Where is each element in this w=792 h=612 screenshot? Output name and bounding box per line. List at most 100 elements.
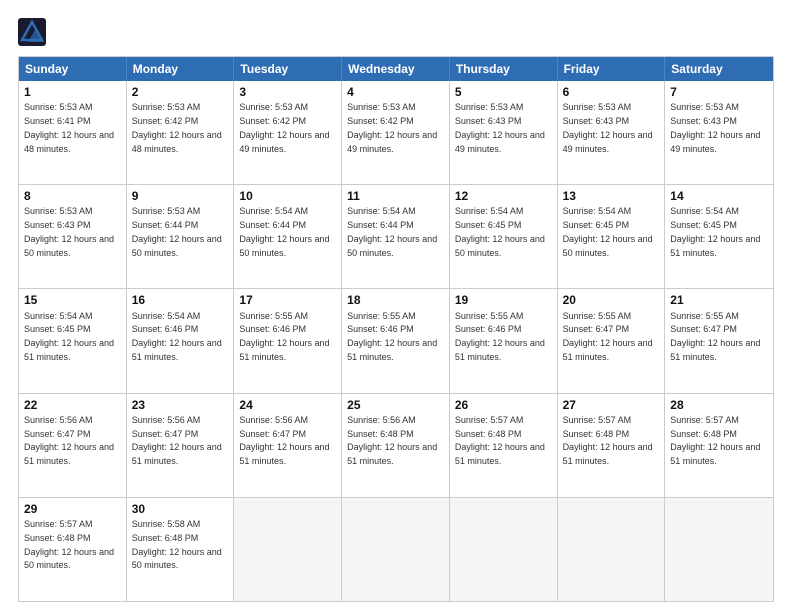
calendar-header-day: Monday <box>127 57 235 81</box>
day-number: 21 <box>670 292 768 308</box>
day-number: 5 <box>455 84 552 100</box>
day-number: 14 <box>670 188 768 204</box>
calendar-cell: 16 Sunrise: 5:54 AMSunset: 6:46 PMDaylig… <box>127 289 235 392</box>
sun-info: Sunrise: 5:56 AMSunset: 6:47 PMDaylight:… <box>24 415 114 466</box>
sun-info: Sunrise: 5:53 AMSunset: 6:43 PMDaylight:… <box>455 102 545 153</box>
sun-info: Sunrise: 5:56 AMSunset: 6:48 PMDaylight:… <box>347 415 437 466</box>
day-number: 8 <box>24 188 121 204</box>
sun-info: Sunrise: 5:53 AMSunset: 6:42 PMDaylight:… <box>239 102 329 153</box>
day-number: 6 <box>563 84 660 100</box>
calendar-cell: 7 Sunrise: 5:53 AMSunset: 6:43 PMDayligh… <box>665 81 773 184</box>
calendar-header-day: Friday <box>558 57 666 81</box>
sun-info: Sunrise: 5:53 AMSunset: 6:43 PMDaylight:… <box>563 102 653 153</box>
header <box>18 18 774 46</box>
day-number: 24 <box>239 397 336 413</box>
calendar-row: 29 Sunrise: 5:57 AMSunset: 6:48 PMDaylig… <box>19 497 773 601</box>
sun-info: Sunrise: 5:55 AMSunset: 6:46 PMDaylight:… <box>455 311 545 362</box>
sun-info: Sunrise: 5:54 AMSunset: 6:44 PMDaylight:… <box>347 206 437 257</box>
sun-info: Sunrise: 5:53 AMSunset: 6:43 PMDaylight:… <box>670 102 760 153</box>
calendar-cell: 18 Sunrise: 5:55 AMSunset: 6:46 PMDaylig… <box>342 289 450 392</box>
day-number: 7 <box>670 84 768 100</box>
calendar-cell: 17 Sunrise: 5:55 AMSunset: 6:46 PMDaylig… <box>234 289 342 392</box>
sun-info: Sunrise: 5:53 AMSunset: 6:43 PMDaylight:… <box>24 206 114 257</box>
calendar-header-day: Sunday <box>19 57 127 81</box>
day-number: 29 <box>24 501 121 517</box>
page: SundayMondayTuesdayWednesdayThursdayFrid… <box>0 0 792 612</box>
calendar-cell: 2 Sunrise: 5:53 AMSunset: 6:42 PMDayligh… <box>127 81 235 184</box>
calendar-cell: 21 Sunrise: 5:55 AMSunset: 6:47 PMDaylig… <box>665 289 773 392</box>
day-number: 28 <box>670 397 768 413</box>
day-number: 11 <box>347 188 444 204</box>
day-number: 15 <box>24 292 121 308</box>
calendar-cell: 23 Sunrise: 5:56 AMSunset: 6:47 PMDaylig… <box>127 394 235 497</box>
calendar-cell: 24 Sunrise: 5:56 AMSunset: 6:47 PMDaylig… <box>234 394 342 497</box>
sun-info: Sunrise: 5:53 AMSunset: 6:41 PMDaylight:… <box>24 102 114 153</box>
calendar-row: 8 Sunrise: 5:53 AMSunset: 6:43 PMDayligh… <box>19 184 773 288</box>
day-number: 16 <box>132 292 229 308</box>
calendar-cell: 10 Sunrise: 5:54 AMSunset: 6:44 PMDaylig… <box>234 185 342 288</box>
day-number: 26 <box>455 397 552 413</box>
day-number: 3 <box>239 84 336 100</box>
calendar-cell <box>450 498 558 601</box>
calendar-cell: 6 Sunrise: 5:53 AMSunset: 6:43 PMDayligh… <box>558 81 666 184</box>
day-number: 18 <box>347 292 444 308</box>
calendar-cell: 29 Sunrise: 5:57 AMSunset: 6:48 PMDaylig… <box>19 498 127 601</box>
sun-info: Sunrise: 5:53 AMSunset: 6:42 PMDaylight:… <box>132 102 222 153</box>
day-number: 12 <box>455 188 552 204</box>
sun-info: Sunrise: 5:56 AMSunset: 6:47 PMDaylight:… <box>239 415 329 466</box>
sun-info: Sunrise: 5:54 AMSunset: 6:45 PMDaylight:… <box>455 206 545 257</box>
calendar-header: SundayMondayTuesdayWednesdayThursdayFrid… <box>19 57 773 81</box>
calendar-body: 1 Sunrise: 5:53 AMSunset: 6:41 PMDayligh… <box>19 81 773 601</box>
calendar-cell: 4 Sunrise: 5:53 AMSunset: 6:42 PMDayligh… <box>342 81 450 184</box>
day-number: 1 <box>24 84 121 100</box>
calendar-cell: 13 Sunrise: 5:54 AMSunset: 6:45 PMDaylig… <box>558 185 666 288</box>
calendar-cell: 15 Sunrise: 5:54 AMSunset: 6:45 PMDaylig… <box>19 289 127 392</box>
sun-info: Sunrise: 5:56 AMSunset: 6:47 PMDaylight:… <box>132 415 222 466</box>
calendar-cell: 27 Sunrise: 5:57 AMSunset: 6:48 PMDaylig… <box>558 394 666 497</box>
calendar-cell: 12 Sunrise: 5:54 AMSunset: 6:45 PMDaylig… <box>450 185 558 288</box>
calendar-cell: 26 Sunrise: 5:57 AMSunset: 6:48 PMDaylig… <box>450 394 558 497</box>
calendar-cell: 14 Sunrise: 5:54 AMSunset: 6:45 PMDaylig… <box>665 185 773 288</box>
calendar-row: 15 Sunrise: 5:54 AMSunset: 6:45 PMDaylig… <box>19 288 773 392</box>
day-number: 25 <box>347 397 444 413</box>
calendar-cell: 30 Sunrise: 5:58 AMSunset: 6:48 PMDaylig… <box>127 498 235 601</box>
day-number: 23 <box>132 397 229 413</box>
calendar-cell: 3 Sunrise: 5:53 AMSunset: 6:42 PMDayligh… <box>234 81 342 184</box>
sun-info: Sunrise: 5:57 AMSunset: 6:48 PMDaylight:… <box>670 415 760 466</box>
sun-info: Sunrise: 5:55 AMSunset: 6:46 PMDaylight:… <box>239 311 329 362</box>
day-number: 9 <box>132 188 229 204</box>
day-number: 19 <box>455 292 552 308</box>
calendar-cell: 1 Sunrise: 5:53 AMSunset: 6:41 PMDayligh… <box>19 81 127 184</box>
sun-info: Sunrise: 5:54 AMSunset: 6:45 PMDaylight:… <box>563 206 653 257</box>
day-number: 10 <box>239 188 336 204</box>
calendar-row: 22 Sunrise: 5:56 AMSunset: 6:47 PMDaylig… <box>19 393 773 497</box>
sun-info: Sunrise: 5:54 AMSunset: 6:45 PMDaylight:… <box>670 206 760 257</box>
logo-icon <box>18 18 46 46</box>
calendar-cell <box>558 498 666 601</box>
logo <box>18 18 50 46</box>
calendar-cell: 11 Sunrise: 5:54 AMSunset: 6:44 PMDaylig… <box>342 185 450 288</box>
sun-info: Sunrise: 5:55 AMSunset: 6:47 PMDaylight:… <box>670 311 760 362</box>
day-number: 13 <box>563 188 660 204</box>
sun-info: Sunrise: 5:57 AMSunset: 6:48 PMDaylight:… <box>563 415 653 466</box>
calendar-cell: 8 Sunrise: 5:53 AMSunset: 6:43 PMDayligh… <box>19 185 127 288</box>
calendar-cell: 9 Sunrise: 5:53 AMSunset: 6:44 PMDayligh… <box>127 185 235 288</box>
sun-info: Sunrise: 5:55 AMSunset: 6:47 PMDaylight:… <box>563 311 653 362</box>
sun-info: Sunrise: 5:54 AMSunset: 6:46 PMDaylight:… <box>132 311 222 362</box>
sun-info: Sunrise: 5:57 AMSunset: 6:48 PMDaylight:… <box>455 415 545 466</box>
calendar-cell: 25 Sunrise: 5:56 AMSunset: 6:48 PMDaylig… <box>342 394 450 497</box>
calendar-cell <box>234 498 342 601</box>
day-number: 17 <box>239 292 336 308</box>
sun-info: Sunrise: 5:57 AMSunset: 6:48 PMDaylight:… <box>24 519 114 570</box>
day-number: 27 <box>563 397 660 413</box>
day-number: 4 <box>347 84 444 100</box>
calendar-cell: 5 Sunrise: 5:53 AMSunset: 6:43 PMDayligh… <box>450 81 558 184</box>
calendar-cell <box>342 498 450 601</box>
calendar-row: 1 Sunrise: 5:53 AMSunset: 6:41 PMDayligh… <box>19 81 773 184</box>
calendar-header-day: Thursday <box>450 57 558 81</box>
calendar-header-day: Tuesday <box>234 57 342 81</box>
calendar-header-day: Wednesday <box>342 57 450 81</box>
calendar-header-day: Saturday <box>665 57 773 81</box>
sun-info: Sunrise: 5:53 AMSunset: 6:44 PMDaylight:… <box>132 206 222 257</box>
sun-info: Sunrise: 5:54 AMSunset: 6:45 PMDaylight:… <box>24 311 114 362</box>
